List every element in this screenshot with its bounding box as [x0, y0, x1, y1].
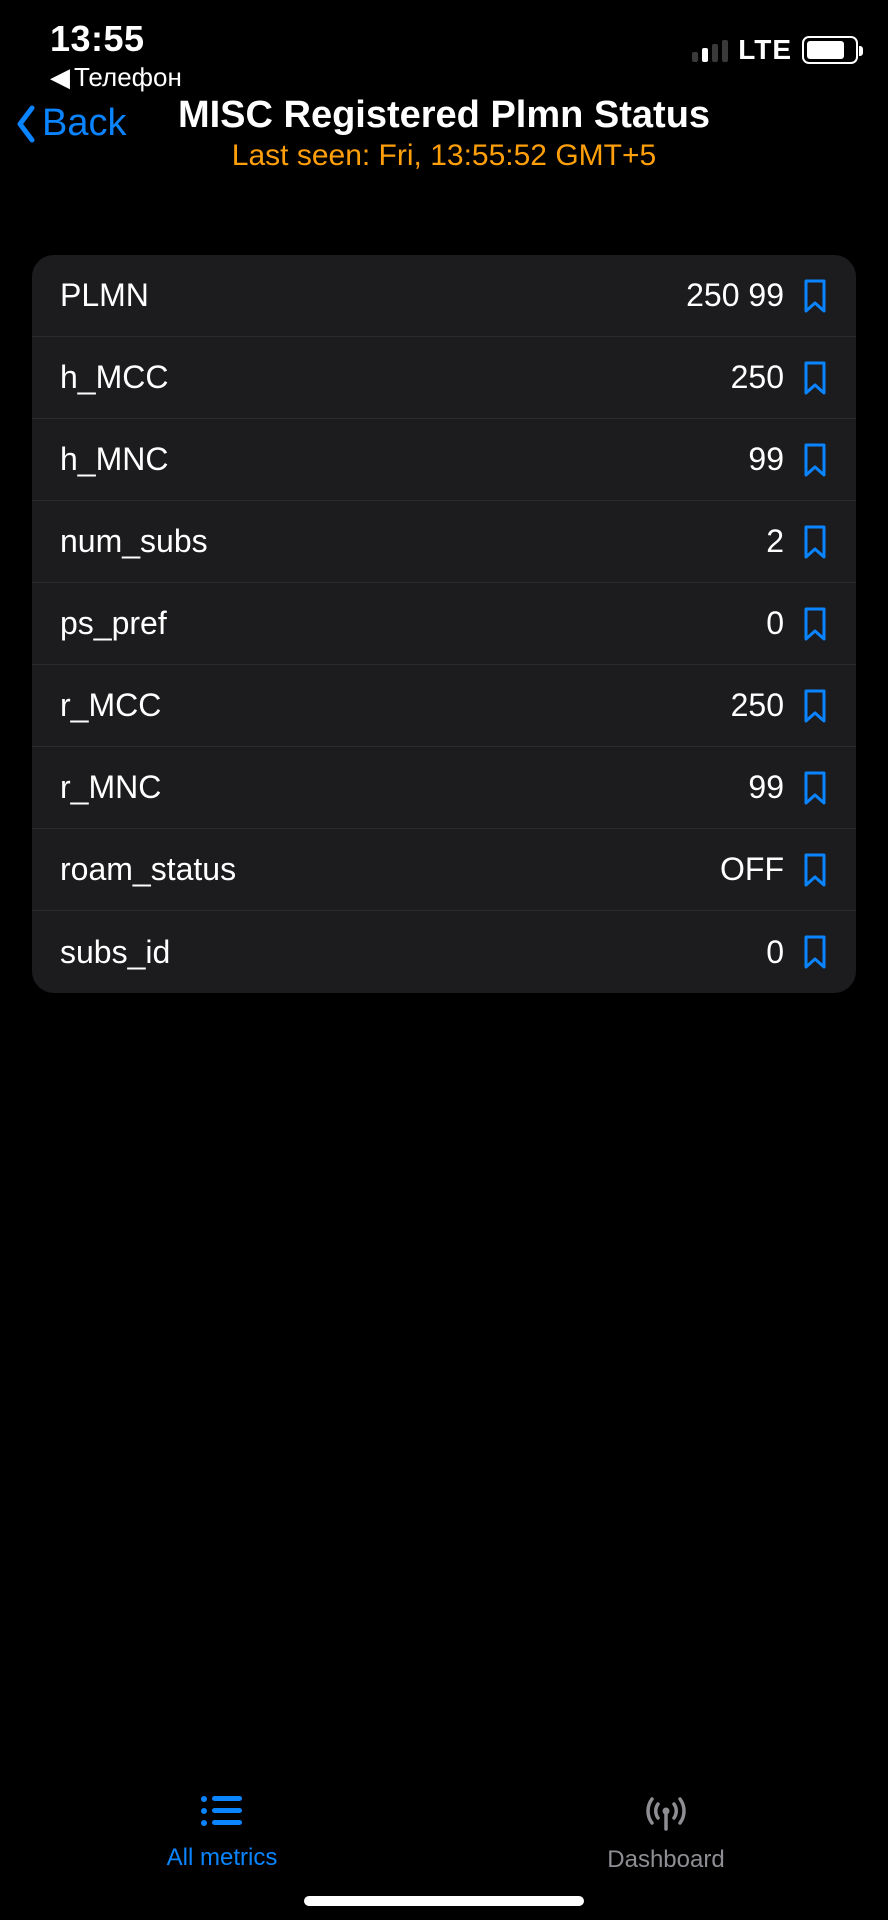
table-row[interactable]: r_MNC 99 — [32, 747, 856, 829]
battery-icon — [802, 36, 858, 64]
bookmark-icon[interactable] — [802, 524, 828, 560]
row-label: subs_id — [60, 934, 170, 971]
row-value: 250 — [731, 687, 784, 724]
table-row[interactable]: subs_id 0 — [32, 911, 856, 993]
return-to-app[interactable]: ◀ Телефон — [50, 62, 182, 93]
row-label: r_MNC — [60, 769, 161, 806]
tab-dashboard[interactable]: Dashboard — [444, 1760, 888, 1905]
row-label: PLMN — [60, 277, 149, 314]
bookmark-icon[interactable] — [802, 442, 828, 478]
row-value: 99 — [748, 441, 784, 478]
bookmark-icon[interactable] — [802, 770, 828, 806]
table-row[interactable]: h_MCC 250 — [32, 337, 856, 419]
antenna-icon — [640, 1791, 692, 1836]
table-row[interactable]: ps_pref 0 — [32, 583, 856, 665]
tab-label: All metrics — [167, 1844, 278, 1872]
signal-icon — [692, 38, 728, 62]
bookmark-icon[interactable] — [802, 934, 828, 970]
row-value: 250 — [731, 359, 784, 396]
status-time: 13:55 — [50, 18, 182, 60]
table-row[interactable]: h_MNC 99 — [32, 419, 856, 501]
caret-left-icon: ◀ — [50, 62, 70, 93]
row-value: 99 — [748, 769, 784, 806]
nav-header: Back MISC Registered Plmn Status Last se… — [0, 90, 888, 195]
page-subtitle: Last seen: Fri, 13:55:52 GMT+5 — [0, 139, 888, 173]
status-bar: 13:55 ◀ Телефон LTE — [0, 0, 888, 90]
row-label: h_MNC — [60, 441, 168, 478]
home-indicator[interactable] — [304, 1896, 584, 1906]
bookmark-icon[interactable] — [802, 688, 828, 724]
row-label: r_MCC — [60, 687, 161, 724]
row-value: 250 99 — [686, 277, 784, 314]
bookmark-icon[interactable] — [802, 606, 828, 642]
row-label: h_MCC — [60, 359, 168, 396]
bookmark-icon[interactable] — [802, 278, 828, 314]
row-value: 0 — [766, 934, 784, 971]
row-label: num_subs — [60, 523, 208, 560]
bookmark-icon[interactable] — [802, 852, 828, 888]
metrics-card: PLMN 250 99 h_MCC 250 h_MNC 99 num_subs — [32, 255, 856, 993]
status-right: LTE — [692, 34, 858, 66]
tab-label: Dashboard — [607, 1846, 724, 1874]
tab-all-metrics[interactable]: All metrics — [0, 1760, 444, 1905]
row-label: ps_pref — [60, 605, 167, 642]
row-value: 2 — [766, 523, 784, 560]
row-value: OFF — [720, 851, 784, 888]
page-title: MISC Registered Plmn Status — [0, 94, 888, 137]
row-value: 0 — [766, 605, 784, 642]
return-to-app-label: Телефон — [74, 62, 182, 93]
row-label: roam_status — [60, 851, 236, 888]
bookmark-icon[interactable] — [802, 360, 828, 396]
network-type: LTE — [738, 34, 792, 66]
list-icon — [198, 1793, 246, 1834]
table-row[interactable]: num_subs 2 — [32, 501, 856, 583]
table-row[interactable]: PLMN 250 99 — [32, 255, 856, 337]
table-row[interactable]: roam_status OFF — [32, 829, 856, 911]
table-row[interactable]: r_MCC 250 — [32, 665, 856, 747]
